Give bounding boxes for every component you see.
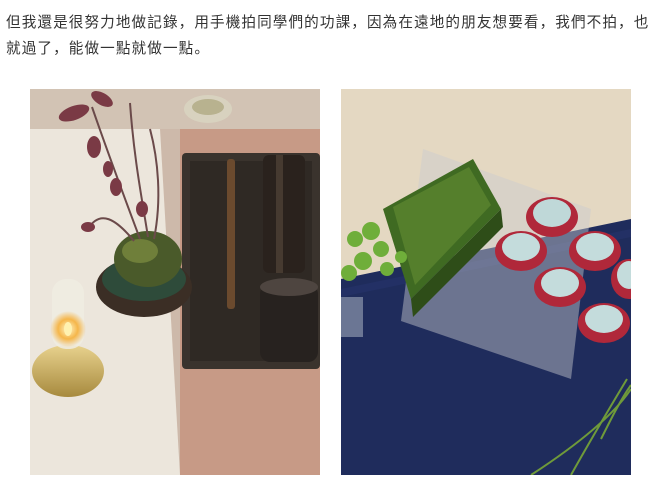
bamboo-scoop: [227, 159, 235, 309]
photo-right-illustration: [341, 89, 631, 475]
photo-left-illustration: [30, 89, 320, 475]
photo-moss-and-cups: [341, 89, 631, 475]
oil-lamp-base: [32, 345, 104, 397]
photo-kokedama-tea-setting: [30, 89, 320, 475]
glass-object: [341, 297, 363, 337]
bamboo-caddy: [263, 155, 305, 273]
article-paragraph: 但我還是很努力地做記錄，用手機拍同學們的功課，因為在遠地的朋友想要看，我們不拍，…: [6, 14, 650, 57]
